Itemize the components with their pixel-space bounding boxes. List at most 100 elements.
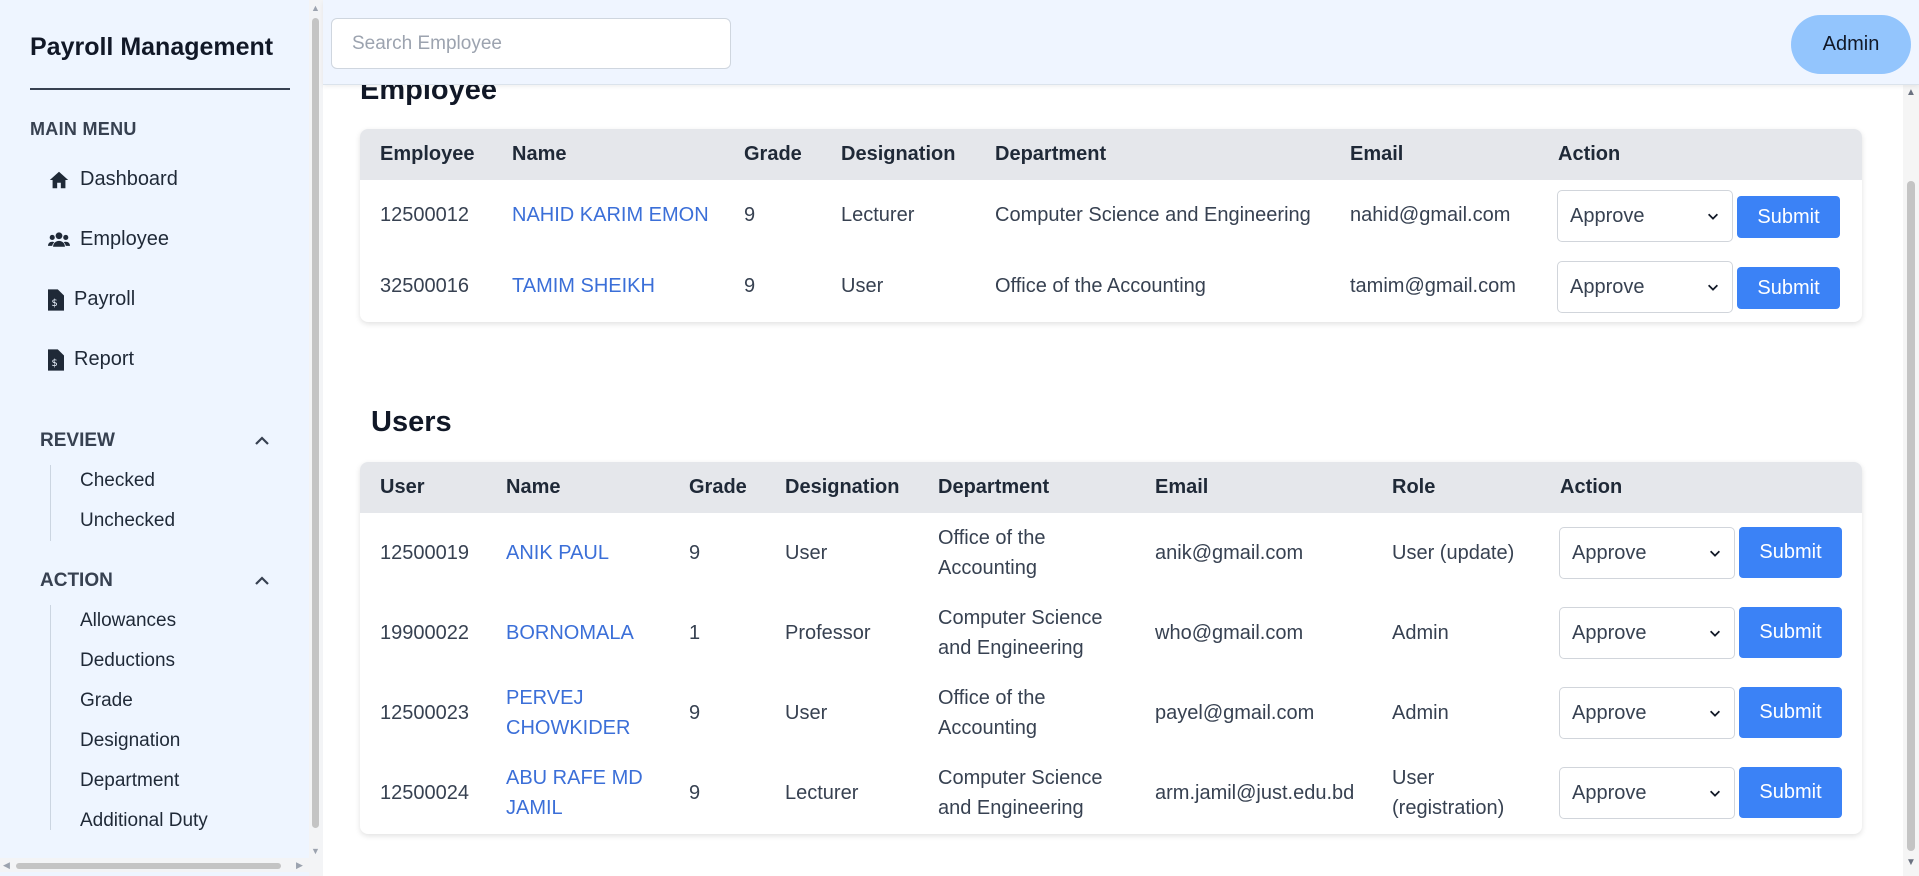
user-id: 12500023 [380, 702, 469, 724]
scroll-down-arrow-icon[interactable]: ▼ [1906, 857, 1916, 868]
table-row: 12500012 NAHID KARIM EMON 9 Lecturer Com… [360, 180, 1862, 251]
users-table: User Name Grade Designation Department E… [360, 462, 1862, 834]
sidebar-item-payroll[interactable]: $ Payroll [48, 288, 135, 311]
sidebar-horizontal-scrollbar[interactable]: ◀ ▶ [0, 858, 312, 872]
svg-text:$: $ [52, 298, 58, 309]
admin-button[interactable]: Admin [1791, 15, 1911, 74]
title-divider [30, 88, 290, 90]
sidebar-item-report[interactable]: $ Report [48, 348, 134, 371]
user-id: 12500019 [380, 542, 469, 564]
department-cell: Computer Science and Engineering [938, 607, 1103, 659]
role-cell: Admin [1392, 622, 1449, 644]
column-header: Grade [689, 476, 747, 498]
sidebar-item-deductions[interactable]: Deductions [80, 650, 175, 672]
column-header: Email [1155, 476, 1209, 498]
grade-cell: 1 [689, 622, 701, 644]
scrollbar-thumb[interactable] [1907, 181, 1915, 851]
scroll-up-arrow-icon[interactable]: ▲ [311, 3, 320, 13]
user-name-link[interactable]: ABU RAFE MD JAMIL [506, 763, 643, 823]
scrollbar-thumb[interactable] [16, 863, 281, 869]
sidebar-item-designation[interactable]: Designation [80, 730, 180, 752]
sidebar-item-grade[interactable]: Grade [80, 690, 133, 712]
sidebar-item-additional-duty[interactable]: Additional Duty [80, 810, 208, 832]
action-group-toggle[interactable]: ACTION [40, 570, 270, 592]
employee-table: Employee Name Grade Designation Departme… [360, 129, 1862, 322]
user-name-link[interactable]: PERVEJ CHOWKIDER [506, 683, 630, 743]
action-select[interactable]: Approve [1557, 190, 1733, 242]
scrollbar-thumb[interactable] [312, 18, 319, 828]
action-select-value: Approve [1572, 541, 1647, 564]
scroll-left-arrow-icon[interactable]: ◀ [3, 860, 10, 871]
submit-button[interactable]: Submit [1737, 267, 1840, 309]
sidebar-item-department[interactable]: Department [80, 770, 179, 792]
column-header: Department [938, 476, 1050, 498]
chevron-down-icon [1710, 630, 1720, 637]
chevron-up-icon [255, 576, 269, 585]
action-select[interactable]: Approve [1559, 607, 1735, 659]
email-cell: nahid@gmail.com [1350, 204, 1511, 226]
chevron-down-icon [1708, 213, 1718, 220]
department-cell: Office of the Accounting [995, 275, 1206, 297]
user-id: 19900022 [380, 622, 469, 644]
action-select[interactable]: Approve [1559, 767, 1735, 819]
scroll-right-arrow-icon[interactable]: ▶ [296, 860, 303, 871]
top-header: Admin [323, 0, 1919, 85]
sidebar-item-checked[interactable]: Checked [80, 470, 155, 492]
submit-button[interactable]: Submit [1737, 196, 1840, 238]
scroll-down-arrow-icon[interactable]: ▼ [311, 846, 320, 856]
sidebar-item-allowances[interactable]: Allowances [80, 610, 176, 632]
svg-text:$: $ [52, 358, 58, 369]
email-cell: arm.jamil@just.edu.bd [1155, 782, 1355, 804]
email-cell: anik@gmail.com [1155, 542, 1304, 564]
sidebar-item-label: Employee [80, 228, 169, 250]
invoice-icon: $ [48, 348, 64, 371]
table-row: 12500019 ANIK PAUL 9 User Office of the … [360, 513, 1862, 593]
table-row: 32500016 TAMIM SHEIKH 9 User Office of t… [360, 251, 1862, 322]
table-row: 12500023 PERVEJ CHOWKIDER 9 User Office … [360, 673, 1862, 753]
submit-button[interactable]: Submit [1739, 687, 1842, 738]
grade-cell: 9 [744, 204, 756, 226]
user-name-link[interactable]: ANIK PAUL [506, 538, 609, 568]
users-icon [48, 231, 70, 247]
column-header: Action [1558, 143, 1621, 165]
table-row: 19900022 BORNOMALA 1 Professor Computer … [360, 593, 1862, 673]
employee-name-link[interactable]: TAMIM SHEIKH [512, 271, 655, 301]
column-header: Role [1392, 476, 1436, 498]
grade-cell: 9 [689, 782, 701, 804]
user-name-link[interactable]: BORNOMALA [506, 618, 634, 648]
designation-cell: Lecturer [841, 204, 915, 226]
main-menu-label: MAIN MENU [30, 119, 137, 139]
search-input[interactable] [331, 18, 731, 69]
action-select-value: Approve [1572, 701, 1647, 724]
sidebar-item-dashboard[interactable]: Dashboard [48, 168, 178, 191]
grade-cell: 9 [689, 702, 701, 724]
sidebar-item-label: Report [74, 348, 135, 370]
review-group-toggle[interactable]: REVIEW [40, 430, 270, 452]
email-cell: tamim@gmail.com [1350, 275, 1516, 297]
action-select[interactable]: Approve [1557, 261, 1733, 313]
designation-cell: User [785, 702, 828, 724]
sidebar-item-unchecked[interactable]: Unchecked [80, 510, 175, 532]
main-scrollbar[interactable]: ▲ ▼ [1903, 85, 1919, 876]
role-cell: User (update) [1392, 542, 1515, 564]
submit-button[interactable]: Submit [1739, 607, 1842, 658]
scroll-up-arrow-icon[interactable]: ▲ [1906, 87, 1916, 98]
employee-id: 12500012 [380, 204, 469, 226]
employee-name-link[interactable]: NAHID KARIM EMON [512, 200, 709, 230]
action-select[interactable]: Approve [1559, 687, 1735, 739]
designation-cell: Lecturer [785, 782, 859, 804]
sidebar-item-employee[interactable]: Employee [48, 228, 169, 251]
action-select[interactable]: Approve [1559, 527, 1735, 579]
column-header: Name [512, 143, 567, 165]
action-group-line [50, 605, 51, 830]
sidebar-scrollbar[interactable]: ▲ ▼ [309, 0, 323, 876]
column-header: Action [1560, 476, 1623, 498]
sidebar: Payroll Management MAIN MENU Dashboard E… [0, 0, 312, 876]
review-group-label: REVIEW [40, 430, 115, 451]
table-row: 12500024 ABU RAFE MD JAMIL 9 Lecturer Co… [360, 753, 1862, 833]
chevron-down-icon [1710, 550, 1720, 557]
submit-button[interactable]: Submit [1739, 767, 1842, 818]
main-content: Employee Employee Name Grade Designation… [323, 0, 1903, 876]
designation-cell: User [785, 542, 828, 564]
submit-button[interactable]: Submit [1739, 527, 1842, 578]
